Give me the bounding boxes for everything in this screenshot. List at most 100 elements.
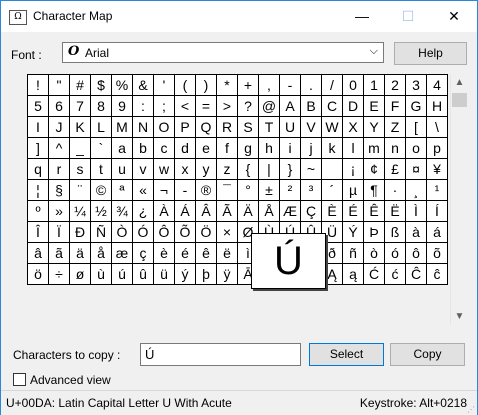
character-cell[interactable]: %	[111, 74, 133, 96]
character-cell[interactable]: Õ	[174, 221, 196, 243]
character-cell[interactable]: /	[321, 74, 343, 96]
character-cell[interactable]: £	[384, 158, 406, 180]
minimize-button[interactable]: —	[339, 1, 385, 32]
character-cell[interactable]: :	[132, 95, 154, 117]
character-cell[interactable]: Â	[195, 200, 217, 222]
character-cell[interactable]: Ï	[48, 221, 70, 243]
character-cell[interactable]: ¦	[27, 179, 49, 201]
character-cell[interactable]: ò	[363, 242, 385, 264]
character-cell[interactable]: ,	[258, 74, 280, 96]
character-cell[interactable]: ¬	[153, 179, 175, 201]
character-cell[interactable]: G	[405, 95, 427, 117]
character-cell[interactable]: }	[279, 158, 301, 180]
character-cell[interactable]: c	[153, 137, 175, 159]
character-cell[interactable]: ñ	[342, 242, 364, 264]
character-cell[interactable]: b	[132, 137, 154, 159]
character-cell[interactable]: º	[27, 200, 49, 222]
character-cell[interactable]: ¶	[363, 179, 385, 201]
character-cell[interactable]	[321, 158, 343, 180]
character-cell[interactable]: ²	[279, 179, 301, 201]
character-cell[interactable]: ¢	[363, 158, 385, 180]
character-cell[interactable]: Z	[384, 116, 406, 138]
character-cell[interactable]: õ	[426, 242, 448, 264]
character-cell[interactable]: à	[405, 221, 427, 243]
character-cell[interactable]: 2	[384, 74, 406, 96]
character-cell[interactable]: |	[258, 158, 280, 180]
character-cell[interactable]: J	[48, 116, 70, 138]
character-cell[interactable]: a	[111, 137, 133, 159]
character-cell[interactable]: &	[132, 74, 154, 96]
character-cell[interactable]: W	[321, 116, 343, 138]
character-cell[interactable]: ¸	[405, 179, 427, 201]
character-cell[interactable]: k	[321, 137, 343, 159]
character-cell[interactable]: g	[237, 137, 259, 159]
character-cell[interactable]: `	[90, 137, 112, 159]
character-cell[interactable]: A	[279, 95, 301, 117]
character-cell[interactable]: ½	[90, 200, 112, 222]
character-cell[interactable]: ¾	[111, 200, 133, 222]
resize-grip-icon[interactable]: ⋰	[467, 405, 477, 415]
character-cell[interactable]: ®	[195, 179, 217, 201]
character-cell[interactable]: ¨	[69, 179, 91, 201]
character-cell[interactable]: '	[153, 74, 175, 96]
character-cell[interactable]: Ã	[216, 200, 238, 222]
character-cell[interactable]: Î	[27, 221, 49, 243]
copy-button[interactable]: Copy	[390, 343, 465, 366]
character-cell[interactable]: T	[258, 116, 280, 138]
character-cell[interactable]: 7	[69, 95, 91, 117]
character-cell[interactable]: 5	[27, 95, 49, 117]
help-button[interactable]: Help	[394, 42, 467, 65]
character-cell[interactable]: Ò	[111, 221, 133, 243]
character-cell[interactable]: È	[321, 200, 343, 222]
character-cell[interactable]: ö	[27, 263, 49, 285]
character-cell[interactable]: "	[48, 74, 70, 96]
character-cell[interactable]: _	[69, 137, 91, 159]
character-cell[interactable]: ý	[174, 263, 196, 285]
scroll-up-icon[interactable]: ▲	[451, 74, 468, 91]
character-cell[interactable]: R	[216, 116, 238, 138]
character-cell[interactable]: Ð	[69, 221, 91, 243]
character-cell[interactable]: n	[384, 137, 406, 159]
character-cell[interactable]: X	[342, 116, 364, 138]
character-cell[interactable]: §	[48, 179, 70, 201]
character-cell[interactable]: Y	[363, 116, 385, 138]
character-cell[interactable]: d	[174, 137, 196, 159]
character-cell[interactable]: ã	[48, 242, 70, 264]
character-cell[interactable]: f	[216, 137, 238, 159]
character-grid[interactable]: ! " # $% & '() * +, -./0 1 2 3 4 5 6 7 8 9:; < = >? @ A B C D E F G H…	[27, 74, 448, 285]
character-cell[interactable]: i	[279, 137, 301, 159]
character-cell[interactable]: 3	[405, 74, 427, 96]
character-cell[interactable]: ¤	[405, 158, 427, 180]
character-cell[interactable]: u	[111, 158, 133, 180]
character-cell[interactable]: !	[27, 74, 49, 96]
character-cell[interactable]: H	[426, 95, 448, 117]
character-cell[interactable]: U	[279, 116, 301, 138]
vertical-scrollbar[interactable]: ▲ ▼	[450, 74, 468, 325]
character-cell[interactable]: L	[90, 116, 112, 138]
character-cell[interactable]: À	[153, 200, 175, 222]
character-cell[interactable]: ê	[195, 242, 217, 264]
character-cell[interactable]: =	[195, 95, 217, 117]
character-cell[interactable]: Ć	[363, 263, 385, 285]
character-cell[interactable]: ¼	[69, 200, 91, 222]
title-bar[interactable]: Ω Character Map — ☐ ✕	[1, 1, 477, 32]
character-cell[interactable]: M	[111, 116, 133, 138]
character-cell[interactable]: ¯	[216, 179, 238, 201]
character-cell[interactable]: 8	[90, 95, 112, 117]
character-cell[interactable]: ĉ	[426, 263, 448, 285]
character-cell[interactable]: p	[426, 137, 448, 159]
character-cell[interactable]: ç	[132, 242, 154, 264]
character-cell[interactable]: å	[90, 242, 112, 264]
character-cell[interactable]: D	[342, 95, 364, 117]
character-cell[interactable]: è	[153, 242, 175, 264]
character-cell[interactable]: t	[90, 158, 112, 180]
character-cell[interactable]: û	[132, 263, 154, 285]
character-cell[interactable]: °	[237, 179, 259, 201]
character-cell[interactable]: Ô	[153, 221, 175, 243]
character-cell[interactable]: «	[132, 179, 154, 201]
character-cell[interactable]: *	[216, 74, 238, 96]
character-cell[interactable]: þ	[195, 263, 217, 285]
character-cell[interactable]: (	[174, 74, 196, 96]
character-cell[interactable]: .	[300, 74, 322, 96]
character-cell[interactable]: K	[69, 116, 91, 138]
